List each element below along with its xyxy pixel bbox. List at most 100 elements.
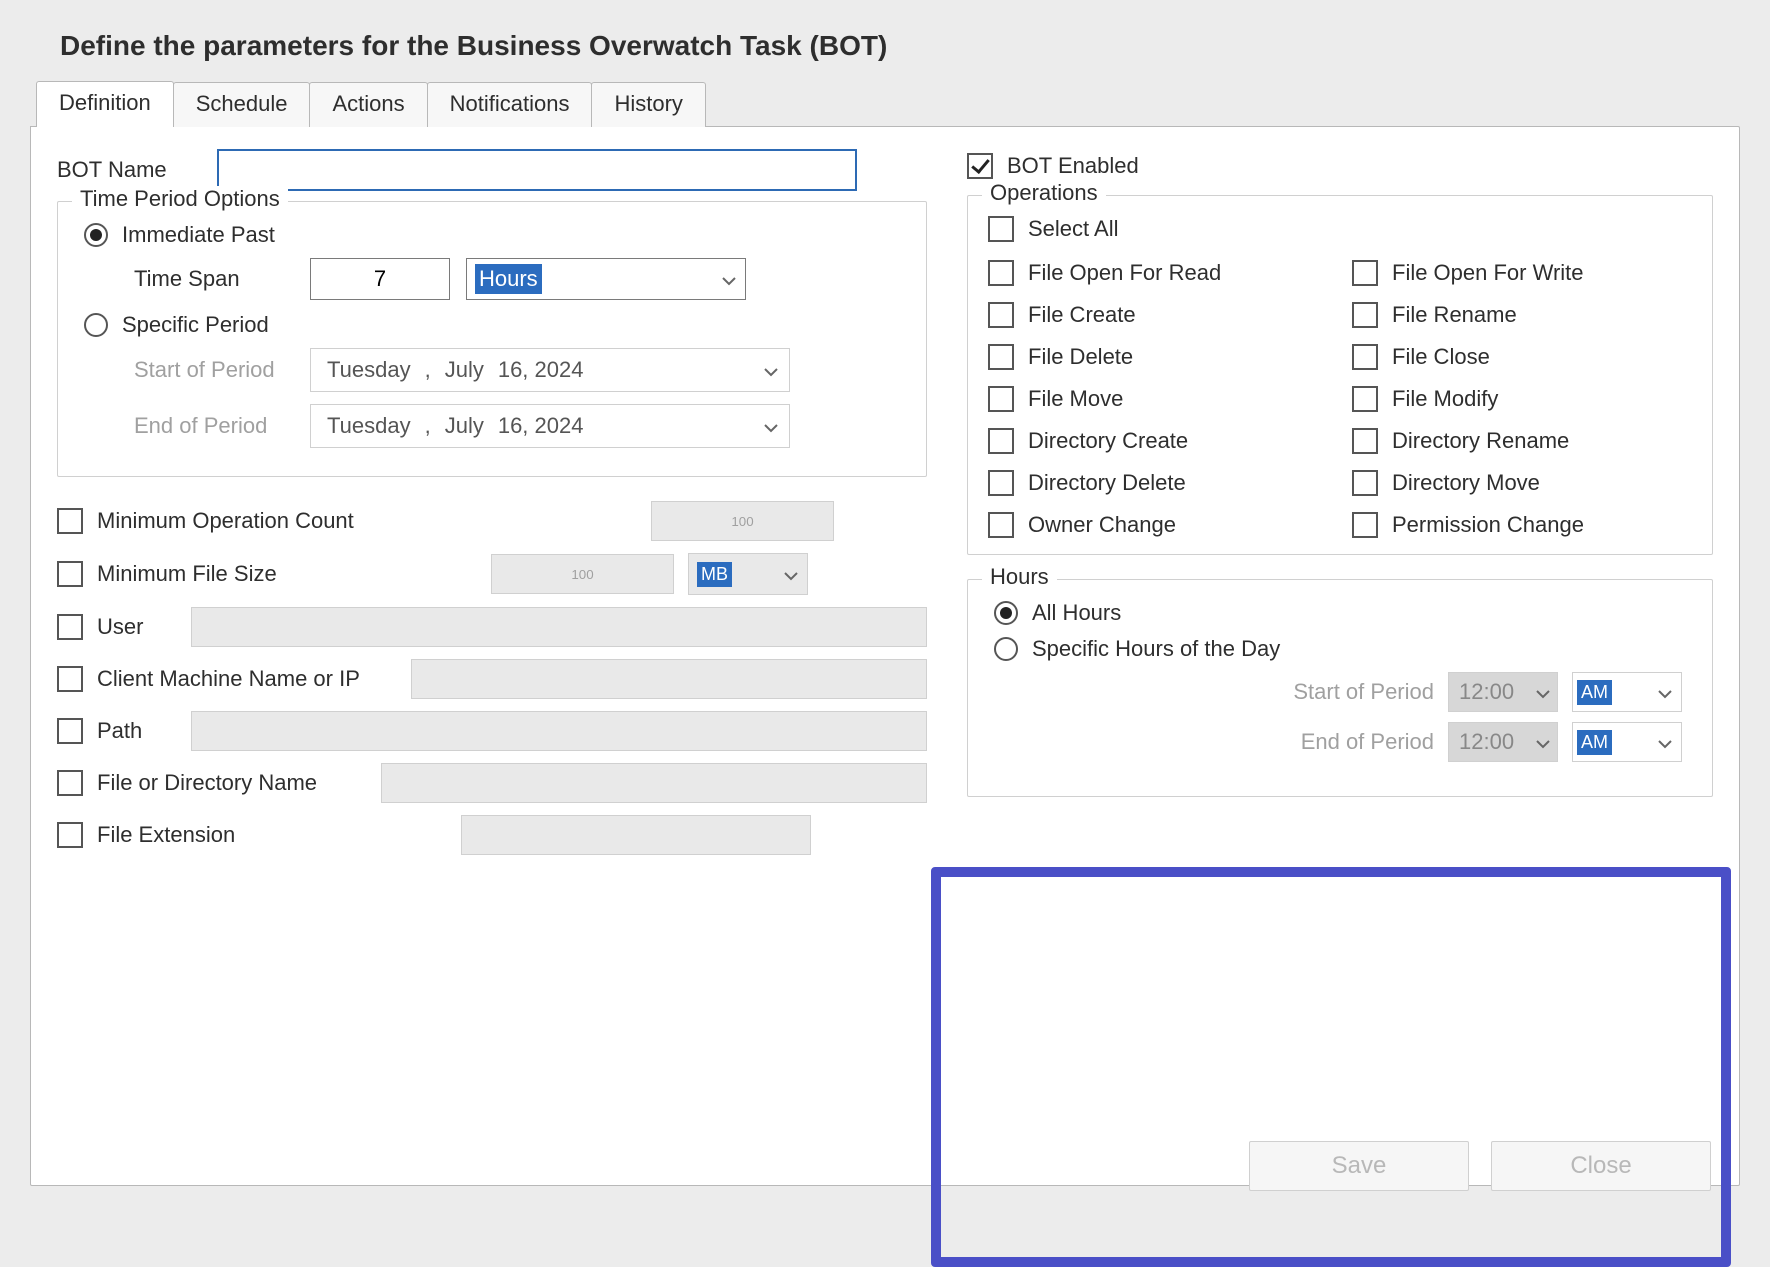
- end-of-period-label: End of Period: [134, 413, 294, 439]
- op-file-rename: File Rename: [1392, 302, 1517, 328]
- chk-op-file-delete[interactable]: [988, 344, 1014, 370]
- end-day-year: 16, 2024: [498, 413, 584, 439]
- all-hours-label: All Hours: [1032, 600, 1121, 626]
- op-file-modify: File Modify: [1392, 386, 1498, 412]
- op-dir-create: Directory Create: [1028, 428, 1188, 454]
- name-input[interactable]: [381, 763, 927, 803]
- start-sep: ,: [425, 357, 431, 383]
- chk-op-file-open-write[interactable]: [1352, 260, 1378, 286]
- time-span-input[interactable]: [310, 258, 450, 300]
- bot-enabled-label: BOT Enabled: [1007, 153, 1139, 179]
- radio-immediate-past[interactable]: [84, 223, 108, 247]
- start-day-year: 16, 2024: [498, 357, 584, 383]
- start-of-period-picker[interactable]: Tuesday , July 16, 2024: [310, 348, 790, 392]
- time-period-group: Time Period Options Immediate Past Time …: [57, 201, 927, 477]
- radio-specific-period-label: Specific Period: [122, 312, 269, 338]
- hours-legend: Hours: [982, 564, 1057, 590]
- radio-immediate-past-label: Immediate Past: [122, 222, 275, 248]
- chk-op-file-open-read[interactable]: [988, 260, 1014, 286]
- bot-name-label: BOT Name: [57, 157, 217, 183]
- tab-schedule[interactable]: Schedule: [173, 82, 311, 127]
- end-sep: ,: [425, 413, 431, 439]
- time-span-unit-select[interactable]: Hours: [466, 258, 746, 300]
- hours-group: Hours All Hours Specific Hours of the Da…: [967, 579, 1713, 797]
- op-file-close: File Close: [1392, 344, 1490, 370]
- chk-client[interactable]: [57, 666, 83, 692]
- bot-name-input[interactable]: [217, 149, 857, 191]
- chk-name[interactable]: [57, 770, 83, 796]
- chevron-down-icon: [763, 357, 779, 383]
- end-month: July: [445, 413, 484, 439]
- min-op-count-input[interactable]: [651, 501, 834, 541]
- chk-user[interactable]: [57, 614, 83, 640]
- op-file-create: File Create: [1028, 302, 1136, 328]
- chk-op-dir-rename[interactable]: [1352, 428, 1378, 454]
- start-month: July: [445, 357, 484, 383]
- op-file-open-read: File Open For Read: [1028, 260, 1221, 286]
- name-label: File or Directory Name: [97, 770, 367, 796]
- chk-op-dir-create[interactable]: [988, 428, 1014, 454]
- user-input[interactable]: [191, 607, 927, 647]
- min-file-size-unit: MB: [697, 562, 732, 587]
- chk-bot-enabled[interactable]: [967, 153, 993, 179]
- chk-op-file-modify[interactable]: [1352, 386, 1378, 412]
- chk-op-file-close[interactable]: [1352, 344, 1378, 370]
- chevron-down-icon: [783, 561, 799, 587]
- op-file-delete: File Delete: [1028, 344, 1133, 370]
- tab-strip: Definition Schedule Actions Notification…: [36, 80, 1740, 126]
- chk-min-file-size[interactable]: [57, 561, 83, 587]
- ext-input[interactable]: [461, 815, 811, 855]
- chk-select-all[interactable]: [988, 216, 1014, 242]
- radio-all-hours[interactable]: [994, 601, 1018, 625]
- hours-start-time: 12:00: [1459, 679, 1514, 705]
- op-dir-move: Directory Move: [1392, 470, 1540, 496]
- ext-label: File Extension: [97, 822, 447, 848]
- tab-history[interactable]: History: [591, 82, 705, 127]
- chk-op-file-move[interactable]: [988, 386, 1014, 412]
- client-input[interactable]: [411, 659, 927, 699]
- chk-op-dir-move[interactable]: [1352, 470, 1378, 496]
- close-button[interactable]: Close: [1491, 1141, 1711, 1191]
- min-op-count-label: Minimum Operation Count: [97, 508, 637, 534]
- definition-panel: BOT Name Time Period Options Immediate P…: [30, 126, 1740, 1186]
- tab-definition[interactable]: Definition: [36, 81, 174, 127]
- chk-path[interactable]: [57, 718, 83, 744]
- radio-specific-hours[interactable]: [994, 637, 1018, 661]
- chk-min-op-count[interactable]: [57, 508, 83, 534]
- start-of-period-label: Start of Period: [134, 357, 294, 383]
- chevron-down-icon: [1657, 679, 1673, 705]
- hours-end-time-select[interactable]: 12:00: [1448, 722, 1558, 762]
- highlight-box: [931, 867, 1731, 1267]
- hours-end-ampm-select[interactable]: AM: [1572, 722, 1682, 762]
- min-file-size-input[interactable]: [491, 554, 674, 594]
- specific-hours-label: Specific Hours of the Day: [1032, 636, 1280, 662]
- radio-specific-period[interactable]: [84, 313, 108, 337]
- op-file-open-write: File Open For Write: [1392, 260, 1584, 286]
- hours-start-time-select[interactable]: 12:00: [1448, 672, 1558, 712]
- chevron-down-icon: [1535, 679, 1551, 705]
- bottom-bar: Save Close: [1249, 1141, 1711, 1191]
- hours-start-ampm-select[interactable]: AM: [1572, 672, 1682, 712]
- chevron-down-icon: [1657, 729, 1673, 755]
- chk-ext[interactable]: [57, 822, 83, 848]
- min-file-size-unit-select[interactable]: MB: [688, 553, 808, 595]
- chevron-down-icon: [1535, 729, 1551, 755]
- end-of-period-picker[interactable]: Tuesday , July 16, 2024: [310, 404, 790, 448]
- op-file-move: File Move: [1028, 386, 1123, 412]
- client-label: Client Machine Name or IP: [97, 666, 397, 692]
- tab-notifications[interactable]: Notifications: [427, 82, 593, 127]
- path-input[interactable]: [191, 711, 927, 751]
- page-title: Define the parameters for the Business O…: [60, 30, 1740, 62]
- op-owner-change: Owner Change: [1028, 512, 1176, 538]
- chk-op-file-create[interactable]: [988, 302, 1014, 328]
- chk-op-perm-change[interactable]: [1352, 512, 1378, 538]
- chk-op-owner-change[interactable]: [988, 512, 1014, 538]
- select-all-label: Select All: [1028, 216, 1119, 242]
- chk-op-dir-delete[interactable]: [988, 470, 1014, 496]
- time-period-legend: Time Period Options: [72, 186, 288, 212]
- chk-op-file-rename[interactable]: [1352, 302, 1378, 328]
- tab-actions[interactable]: Actions: [309, 82, 427, 127]
- time-span-unit-value: Hours: [475, 264, 542, 294]
- operations-group: Operations Select All File Open For Read…: [967, 195, 1713, 555]
- save-button[interactable]: Save: [1249, 1141, 1469, 1191]
